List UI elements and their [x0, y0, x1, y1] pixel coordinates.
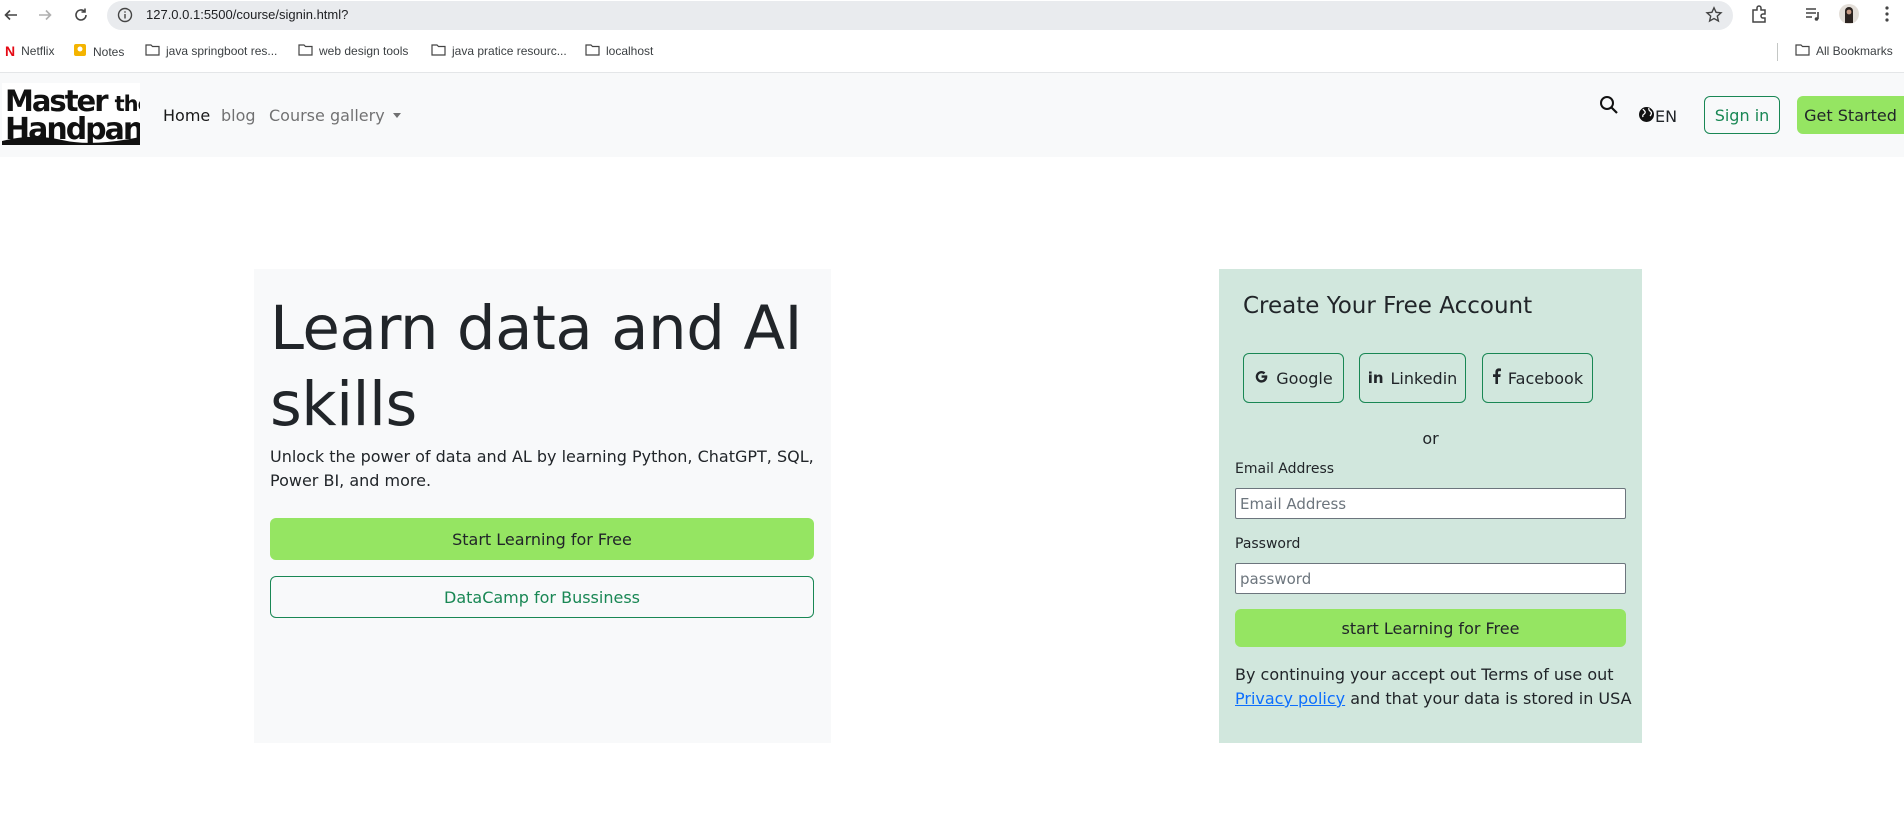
folder-icon: [585, 43, 600, 59]
caret-down-icon: [392, 113, 401, 118]
datacamp-business-button[interactable]: DataCamp for Bussiness: [270, 576, 814, 618]
bookmark-label: web design tools: [319, 44, 409, 58]
signup-card: Create Your Free Account Google in Linke…: [1219, 269, 1642, 743]
media-controls-icon[interactable]: [1803, 4, 1823, 28]
folder-icon: [431, 43, 446, 59]
address-bar[interactable]: 127.0.0.1:5500/course/signin.html?: [107, 1, 1733, 30]
terms-text-before: By continuing your accept out Terms of u…: [1235, 665, 1614, 684]
bookmark-label: java pratice resourc...: [452, 44, 567, 58]
bookmark-label: Notes: [93, 44, 125, 59]
signup-submit-button[interactable]: start Learning for Free: [1235, 609, 1626, 647]
bookmark-web-design-tools[interactable]: web design tools: [298, 43, 408, 59]
bookmark-star-icon[interactable]: [1705, 6, 1723, 28]
logo-wave-icon: [2, 136, 140, 145]
notes-icon: [73, 43, 87, 60]
all-bookmarks-label: All Bookmarks: [1816, 44, 1893, 58]
bookmark-netflix[interactable]: N Netflix: [5, 43, 54, 59]
menu-dots-icon[interactable]: [1884, 4, 1890, 28]
bookmark-java-springboot[interactable]: java springboot res...: [145, 43, 277, 59]
extensions-icon[interactable]: [1750, 4, 1770, 28]
privacy-policy-link[interactable]: Privacy policy: [1235, 689, 1345, 708]
folder-icon: [298, 43, 313, 59]
site-navbar: Master the Handpan Home blog Course gall…: [0, 72, 1904, 157]
folder-icon: [1795, 43, 1810, 59]
url-text[interactable]: 127.0.0.1:5500/course/signin.html?: [146, 7, 348, 22]
all-bookmarks[interactable]: All Bookmarks: [1795, 43, 1893, 59]
bookmarks-divider: [1777, 43, 1778, 61]
netflix-icon: N: [5, 43, 16, 59]
hero-title: Learn data and AI skills: [270, 293, 803, 440]
bookmarks-bar: N Netflix Notes java springboot res... w…: [0, 37, 1904, 65]
linkedin-label: Linkedin: [1390, 368, 1458, 388]
facebook-icon: [1492, 368, 1501, 388]
password-label: Password: [1235, 536, 1301, 552]
bookmark-label: java springboot res...: [166, 44, 278, 58]
google-label: Google: [1276, 368, 1333, 388]
hero-lead: Unlock the power of data and AL by learn…: [270, 447, 814, 490]
terms-text-after: and that your data is stored in USA: [1345, 689, 1632, 708]
facebook-signup-button[interactable]: Facebook: [1482, 353, 1593, 403]
bookmark-label: Netflix: [21, 44, 55, 58]
reload-icon[interactable]: [70, 4, 92, 26]
profile-avatar-icon[interactable]: [1838, 3, 1860, 29]
browser-toolbar: 127.0.0.1:5500/course/signin.html?: [0, 0, 1904, 30]
sign-in-button[interactable]: Sign in: [1704, 96, 1780, 134]
terms-text: By continuing your accept out Terms of u…: [1235, 663, 1635, 711]
google-icon: [1254, 369, 1269, 388]
nav-home[interactable]: Home: [163, 106, 210, 125]
bookmark-java-pratice[interactable]: java pratice resourc...: [431, 43, 567, 59]
nav-blog[interactable]: blog: [221, 106, 256, 125]
site-logo[interactable]: Master the Handpan: [2, 83, 140, 145]
email-input[interactable]: [1235, 488, 1626, 519]
nav-course-gallery-dropdown[interactable]: Course gallery: [269, 106, 401, 125]
or-divider-text: or: [1422, 429, 1439, 448]
start-learning-button[interactable]: Start Learning for Free: [270, 518, 814, 560]
back-icon[interactable]: [0, 4, 22, 26]
search-icon[interactable]: [1599, 95, 1623, 119]
bookmark-notes[interactable]: Notes: [73, 43, 124, 60]
email-label: Email Address: [1235, 461, 1335, 477]
bookmark-label: localhost: [606, 44, 654, 58]
password-input[interactable]: [1235, 563, 1626, 594]
bookmark-localhost[interactable]: localhost: [585, 43, 653, 59]
google-signup-button[interactable]: Google: [1243, 353, 1344, 403]
facebook-label: Facebook: [1507, 368, 1584, 388]
signup-title: Create Your Free Account: [1243, 293, 1533, 319]
nav-course-gallery-label: Course gallery: [269, 106, 385, 125]
get-started-button[interactable]: Get Started: [1797, 96, 1904, 134]
forward-icon[interactable]: [34, 4, 56, 26]
globe-icon: [1638, 106, 1655, 127]
language-selector[interactable]: EN: [1638, 106, 1677, 127]
linkedin-icon: in: [1367, 369, 1384, 387]
folder-icon: [145, 43, 160, 59]
hero-panel: Learn data and AI skills Unlock the powe…: [254, 269, 831, 743]
site-info-icon[interactable]: [117, 7, 133, 27]
linkedin-signup-button[interactable]: in Linkedin: [1359, 353, 1466, 403]
language-label: EN: [1655, 107, 1678, 126]
